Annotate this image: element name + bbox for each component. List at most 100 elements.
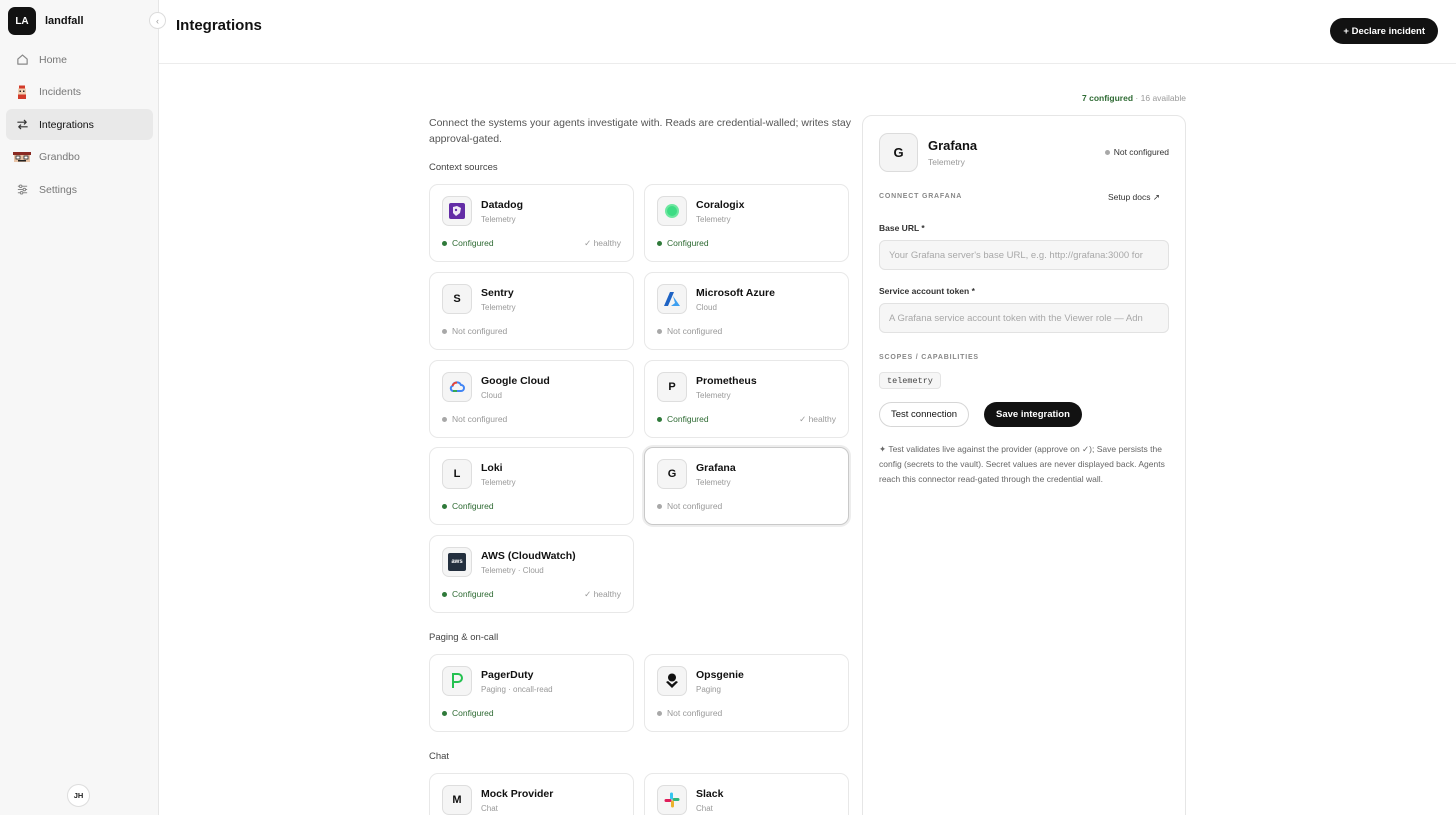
declare-incident-button[interactable]: + Declare incident xyxy=(1330,18,1438,44)
sidebar-item-label: Home xyxy=(39,53,68,66)
integration-name: Loki xyxy=(481,462,503,474)
integration-category: Telemetry xyxy=(696,391,731,400)
status-label: Configured xyxy=(667,238,709,248)
setup-docs-link[interactable]: Setup docs ↗ xyxy=(1108,192,1160,203)
sidebar-item-label: Incidents xyxy=(39,86,82,98)
sidebar-item-integrations[interactable]: Integrations xyxy=(6,109,153,140)
integration-card-slack[interactable]: Slack Chat xyxy=(644,773,849,815)
status-badge: Not configured xyxy=(657,326,722,336)
status-dot xyxy=(442,503,447,509)
status-badge: Configured xyxy=(442,589,494,599)
save-integration-button[interactable]: Save integration xyxy=(984,402,1082,427)
integration-card-grafana[interactable]: G Grafana Telemetry Not configured xyxy=(644,447,849,525)
integration-name: Opsgenie xyxy=(696,669,744,681)
status-badge: Configured xyxy=(442,238,494,248)
panel-integration-name: Grafana xyxy=(928,138,978,153)
integration-name: Grafana xyxy=(696,462,736,474)
integration-category: Chat xyxy=(481,804,498,813)
coralogix-logo-icon xyxy=(657,196,687,226)
status-dot xyxy=(1104,149,1110,155)
status-dot xyxy=(442,328,447,334)
integration-card-aws-cloudwatch[interactable]: aws AWS (CloudWatch) Telemetry · Cloud C… xyxy=(429,535,634,613)
integration-card-opsgenie[interactable]: Opsgenie Paging Not configured xyxy=(644,654,849,732)
integration-card-prometheus[interactable]: P Prometheus Telemetry Configured ✓ heal… xyxy=(644,360,849,438)
panel-help-note: ✦ Test validates live against the provid… xyxy=(879,444,1165,484)
integration-card-google-cloud[interactable]: Google Cloud Cloud Not configured xyxy=(429,360,634,438)
sidebar-item-incidents[interactable]: Incidents xyxy=(6,77,153,108)
integration-name: Datadog xyxy=(481,199,523,211)
status-badge: Configured xyxy=(442,708,494,718)
status-dot xyxy=(657,416,662,422)
page-header: Integrations + Declare incident xyxy=(159,0,1456,64)
scope-chip: telemetry xyxy=(879,372,941,389)
integration-card-microsoft-azure[interactable]: Microsoft Azure Cloud Not configured xyxy=(644,272,849,350)
sentry-initial-icon: S xyxy=(442,284,472,314)
status-dot xyxy=(442,416,447,422)
integration-category: Telemetry xyxy=(481,215,516,224)
integration-name: Mock Provider xyxy=(481,788,554,800)
integration-category: Cloud xyxy=(481,391,502,400)
integration-card-loki[interactable]: L Loki Telemetry Configured xyxy=(429,447,634,525)
incidents-mascot-icon xyxy=(15,85,29,99)
status-label: Not configured xyxy=(667,326,723,336)
health-indicator: ✓ healthy xyxy=(584,589,621,599)
org-name: landfall xyxy=(45,15,84,27)
integration-name: Slack xyxy=(696,788,724,800)
sidebar-item-label: Integrations xyxy=(39,118,94,131)
grandbo-mascot-icon xyxy=(12,150,32,164)
collapse-sidebar-button[interactable]: ‹ xyxy=(149,12,166,29)
connect-section-heading: CONNECT GRAFANA xyxy=(879,193,963,200)
integration-card-datadog[interactable]: Datadog Telemetry Configured ✓ healthy xyxy=(429,184,634,262)
sidebar-item-home[interactable]: Home xyxy=(6,44,153,75)
panel-integration-category: Telemetry xyxy=(928,157,965,167)
sidebar: LA landfall Home Incidents Integrations … xyxy=(0,0,159,815)
status-badge: Not configured xyxy=(657,708,722,718)
integration-name: PagerDuty xyxy=(481,669,534,681)
status-label: Configured xyxy=(452,708,494,718)
user-avatar[interactable]: JH xyxy=(67,784,90,807)
swap-arrows-icon xyxy=(15,118,29,132)
status-dot xyxy=(442,710,447,716)
sliders-icon xyxy=(15,183,29,197)
integration-category: Cloud xyxy=(696,303,717,312)
integration-card-sentry[interactable]: S Sentry Telemetry Not configured xyxy=(429,272,634,350)
status-badge: Not configured xyxy=(657,501,722,511)
status-dot xyxy=(442,240,447,246)
base-url-label: Base URL * xyxy=(879,223,925,233)
status-label: Not configured xyxy=(452,326,508,336)
sidebar-item-grandbo[interactable]: Grandbo xyxy=(6,142,153,173)
health-indicator: ✓ healthy xyxy=(584,238,621,248)
scopes-heading: SCOPES / CAPABILITIES xyxy=(879,354,979,361)
google-cloud-logo-icon xyxy=(442,372,472,402)
status-dot xyxy=(442,591,447,597)
page-title: Integrations xyxy=(176,17,262,34)
section-chat: Chat xyxy=(429,751,450,762)
test-connection-button[interactable]: Test connection xyxy=(879,402,970,427)
available-count: 16 available xyxy=(1140,93,1186,103)
pagerduty-logo-icon xyxy=(442,666,472,696)
status-badge: Configured xyxy=(657,238,709,248)
integration-card-pagerduty[interactable]: PagerDuty Paging · oncall-read Configure… xyxy=(429,654,634,732)
prometheus-initial-icon: P xyxy=(657,372,687,402)
sidebar-item-label: Grandbo xyxy=(39,151,80,163)
integration-card-mock-provider[interactable]: M Mock Provider Chat xyxy=(429,773,634,815)
integration-card-coralogix[interactable]: Coralogix Telemetry Configured xyxy=(644,184,849,262)
service-account-token-input[interactable] xyxy=(879,303,1169,333)
status-badge: Configured xyxy=(657,414,709,424)
status-label: Configured xyxy=(452,589,494,599)
grafana-initial-icon: G xyxy=(657,459,687,489)
status-dot xyxy=(657,503,662,509)
configured-count: 7 configured xyxy=(1082,93,1134,103)
integration-name: Prometheus xyxy=(696,375,757,387)
base-url-input[interactable] xyxy=(879,240,1169,270)
status-label: Not configured xyxy=(1113,147,1169,157)
status-label: Configured xyxy=(452,501,494,511)
aws-logo-icon: aws xyxy=(442,547,472,577)
integration-category: Telemetry xyxy=(481,478,516,487)
sidebar-item-settings[interactable]: Settings xyxy=(6,174,153,205)
status-dot xyxy=(657,710,662,716)
org-switcher[interactable]: LA landfall xyxy=(8,7,84,35)
status-badge: Not configured xyxy=(442,414,507,424)
integration-category: Telemetry xyxy=(481,303,516,312)
integration-category: Telemetry · Cloud xyxy=(481,566,544,575)
